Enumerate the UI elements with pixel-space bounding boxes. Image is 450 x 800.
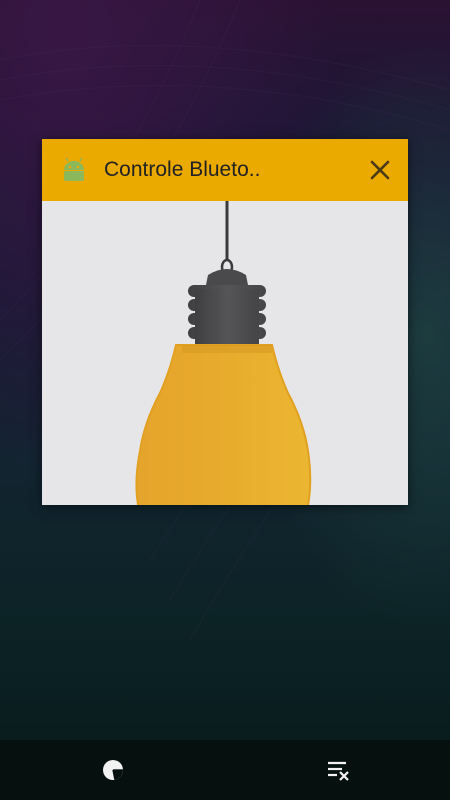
memory-usage-icon	[103, 760, 123, 780]
app-thumbnail[interactable]	[42, 201, 408, 505]
card-header: Controle Blueto..	[42, 139, 408, 201]
navigation-bar	[0, 740, 450, 800]
memory-usage-button[interactable]	[91, 750, 135, 790]
clear-all-icon	[328, 761, 349, 781]
recent-apps-screen: Controle Blueto..	[0, 0, 450, 800]
recent-app-card[interactable]: Controle Blueto..	[42, 139, 408, 505]
close-icon[interactable]	[360, 150, 400, 190]
clear-all-button[interactable]	[316, 750, 360, 790]
android-icon	[61, 157, 87, 183]
lightbulb-image	[135, 201, 312, 505]
app-title: Controle Blueto..	[104, 158, 261, 181]
